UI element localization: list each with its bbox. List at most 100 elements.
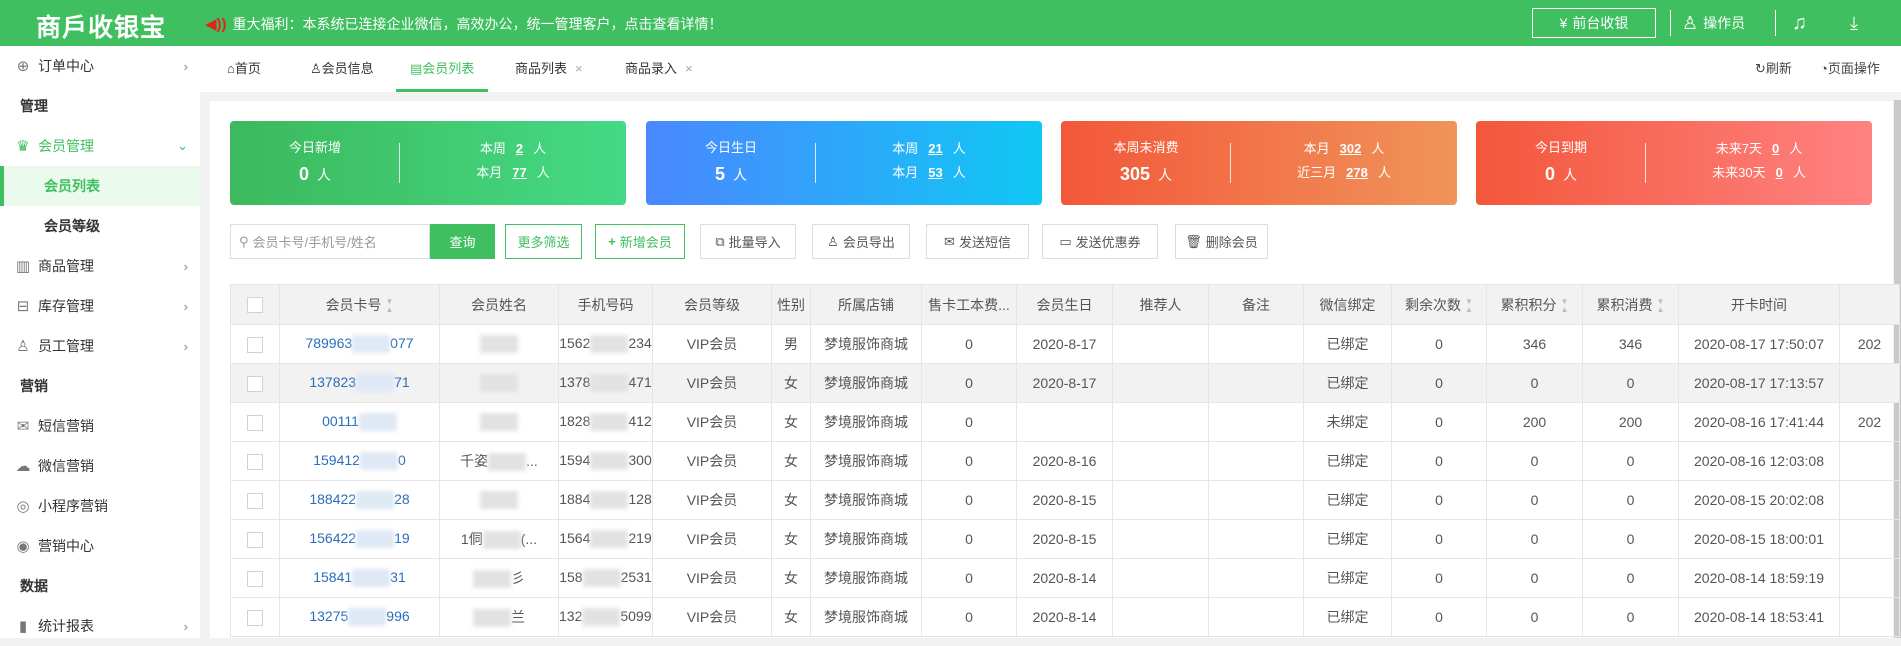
card-r1-value[interactable]: 21	[928, 141, 942, 156]
more-filter-button[interactable]: 更多筛选	[505, 224, 582, 259]
sidebar-item[interactable]: ♙ 员工管理 ›	[0, 326, 200, 366]
globe-icon: ⊕	[16, 58, 30, 75]
card-suffix: 31	[390, 568, 406, 585]
page-ops-button[interactable]: ◔页面操作	[1820, 46, 1880, 92]
send-coupon-button[interactable]: ▭ 发送优惠券	[1042, 224, 1158, 259]
tab-1[interactable]: ♙会员信息	[310, 46, 374, 92]
tab-label: 首页	[234, 61, 261, 76]
card-number-cell[interactable]: 137823 71	[279, 363, 440, 403]
export-button[interactable]: ♙ 会员导出	[812, 224, 910, 259]
table-row[interactable]: 13275996兰13250996VIP会员女梦境服饰商城02020-8-14已…	[230, 597, 1900, 637]
sidebar-item[interactable]: ◉ 营销中心	[0, 526, 200, 566]
store-cell: 梦境服饰商城	[810, 480, 922, 520]
headset-icon[interactable]: ♫	[1792, 8, 1807, 38]
close-icon[interactable]: ×	[575, 61, 583, 76]
card-title: 今日新增	[288, 140, 341, 155]
table-row[interactable]: 00111 1828 412 VIP会员女梦境服饰商城 0 未绑定 0 200 200 2020-…	[230, 402, 1900, 442]
sidebar-item[interactable]: 会员等级	[0, 206, 200, 246]
card-suffix: 077	[390, 334, 414, 351]
operator-button[interactable]: ♙ 操作员	[1682, 8, 1745, 38]
sidebar-item[interactable]: ☁ 微信营销	[0, 446, 200, 486]
card-number-cell[interactable]: 00111	[279, 402, 440, 442]
phone-prefix: 1564	[559, 529, 591, 546]
row-checkbox[interactable]	[247, 375, 263, 392]
sidebar-item[interactable]: ⊟ 库存管理 ›	[0, 286, 200, 326]
notice-text[interactable]: 重大福利：本系统已连接企业微信，高效办公，统一管理客户，点击查看详情！	[233, 14, 723, 34]
row-checkbox[interactable]	[247, 609, 263, 626]
extra-cell: 202	[1839, 324, 1900, 364]
phone-cell: 132 50996	[558, 597, 653, 637]
send-sms-button[interactable]: ✉ 发送短信	[926, 224, 1029, 259]
card-r2-value[interactable]: 0	[1776, 165, 1783, 180]
sidebar-item[interactable]: ◎ 小程序营销	[0, 486, 200, 526]
close-icon[interactable]: ×	[685, 61, 693, 76]
times-cell: 0	[1391, 558, 1487, 598]
column-header[interactable]: 会员卡号 ▼ ▲	[279, 284, 440, 325]
column-header[interactable]: 剩余次数 ▼ ▲	[1391, 284, 1487, 325]
points-cell: 0	[1486, 480, 1583, 520]
table-row[interactable]: 159412 0 千姿... 1594 300 VIP会员女梦境服饰商城 0 2020-8-1…	[230, 441, 1900, 481]
sort-icon[interactable]: ▼ ▲	[1657, 297, 1665, 314]
card-r2-value[interactable]: 278	[1346, 165, 1368, 180]
search-input[interactable]: ⚲ 会员卡号/手机号/姓名	[230, 224, 430, 259]
card-r1-value[interactable]: 0	[1772, 141, 1779, 156]
sort-icon[interactable]: ▼ ▲	[1561, 297, 1569, 314]
card-number-cell[interactable]: 15841 31	[279, 558, 440, 598]
gender-cell: 女	[771, 519, 811, 559]
refresh-button[interactable]: ↻刷新	[1755, 46, 1792, 92]
select-all-checkbox[interactable]	[247, 297, 263, 314]
card-r2-value[interactable]: 77	[512, 165, 526, 180]
sort-icon[interactable]: ▼ ▲	[1465, 297, 1473, 314]
tab-3[interactable]: 商品列表 ×	[515, 46, 583, 92]
card-value: 305	[1119, 164, 1151, 184]
row-checkbox[interactable]	[247, 570, 263, 587]
opened-cell: 2020-08-15 20:02:08	[1678, 480, 1840, 520]
sidebar-item[interactable]: ▥ 商品管理 ›	[0, 246, 200, 286]
card-number-cell[interactable]: 156422 19	[279, 519, 440, 559]
tab-2[interactable]: ▤会员列表	[396, 46, 489, 92]
table-row[interactable]: 137823 71 1378 471 VIP会员女梦境服饰商城 0 2020-8-17 已绑定…	[230, 363, 1900, 403]
row-checkbox[interactable]	[247, 453, 263, 470]
row-checkbox[interactable]	[247, 336, 263, 353]
note-cell	[1208, 558, 1304, 598]
import-button[interactable]: ⧉ 批量导入	[700, 224, 796, 259]
add-member-button[interactable]: + 新增会员	[595, 224, 685, 259]
cashier-button[interactable]: ¥ 前台收银	[1532, 8, 1656, 38]
table-row[interactable]: 156422 19 1侗 (... 1564 219 VIP会员女梦境服饰商城 0 2020-8…	[230, 519, 1900, 559]
card-value: 5	[714, 164, 725, 184]
tab-4[interactable]: 商品录入 ×	[625, 46, 693, 92]
query-button[interactable]: 查询	[430, 224, 495, 259]
column-header[interactable]: 累积消费 ▼ ▲	[1582, 284, 1679, 325]
sort-icon[interactable]: ▼ ▲	[386, 297, 394, 314]
column-header-label: 备注	[1242, 296, 1270, 313]
column-header: 开卡时间	[1678, 284, 1840, 325]
card-number-cell[interactable]: 789963 077	[279, 324, 440, 364]
download-icon[interactable]: ⤓	[1850, 8, 1858, 38]
tab-0[interactable]: ⌂首页	[227, 46, 261, 92]
card-number-cell[interactable]: 159412 0	[279, 441, 440, 481]
member-table: 会员卡号 ▼ ▲ 会员姓名 手机号码 会员等级 性别 所属店铺 售卡工本费... 会员生日 推荐人备…	[230, 284, 1900, 637]
table-row[interactable]: 15841 31 彡 158 2531 VIP会员女梦境服饰商城 0 2020-8-14 已绑定…	[230, 558, 1900, 598]
card-r1-value[interactable]: 302	[1340, 141, 1362, 156]
sidebar-item[interactable]: ⊕ 订单中心 ›	[0, 46, 200, 86]
notice-banner[interactable]: ◀)) 重大福利：本系统已连接企业微信，高效办公，统一管理客户，点击查看详情！	[205, 14, 723, 34]
redacted-blur	[480, 491, 518, 510]
column-header[interactable]: 累积积分 ▼ ▲	[1486, 284, 1583, 325]
table-row[interactable]: 789963 077 1562 234 VIP会员男梦境服饰商城 0 2020-8-17 已绑…	[230, 324, 1900, 364]
table-row[interactable]: 188422 28 1884 128 VIP会员女梦境服饰商城 0 2020-8-15 已绑定…	[230, 480, 1900, 520]
card-number-cell[interactable]: 13275 996	[279, 597, 440, 637]
card-r1-value[interactable]: 2	[516, 141, 523, 156]
sidebar-item[interactable]: ✉ 短信营销	[0, 406, 200, 446]
row-checkbox[interactable]	[247, 531, 263, 548]
sidebar-item[interactable]: ♛ 会员管理 ⌄	[0, 126, 200, 166]
times-cell: 0	[1391, 441, 1487, 481]
card-number-cell[interactable]: 188422 28	[279, 480, 440, 520]
phone-prefix: 1562	[559, 334, 591, 351]
card-r2-value[interactable]: 53	[928, 165, 942, 180]
delete-member-button[interactable]: 🗑 删除会员	[1175, 224, 1268, 259]
row-checkbox[interactable]	[247, 414, 263, 431]
referrer-cell	[1112, 402, 1209, 442]
row-checkbox[interactable]	[247, 492, 263, 509]
sidebar-item[interactable]: ▮ 统计报表 ›	[0, 606, 200, 646]
sidebar-item[interactable]: 会员列表	[0, 166, 200, 206]
